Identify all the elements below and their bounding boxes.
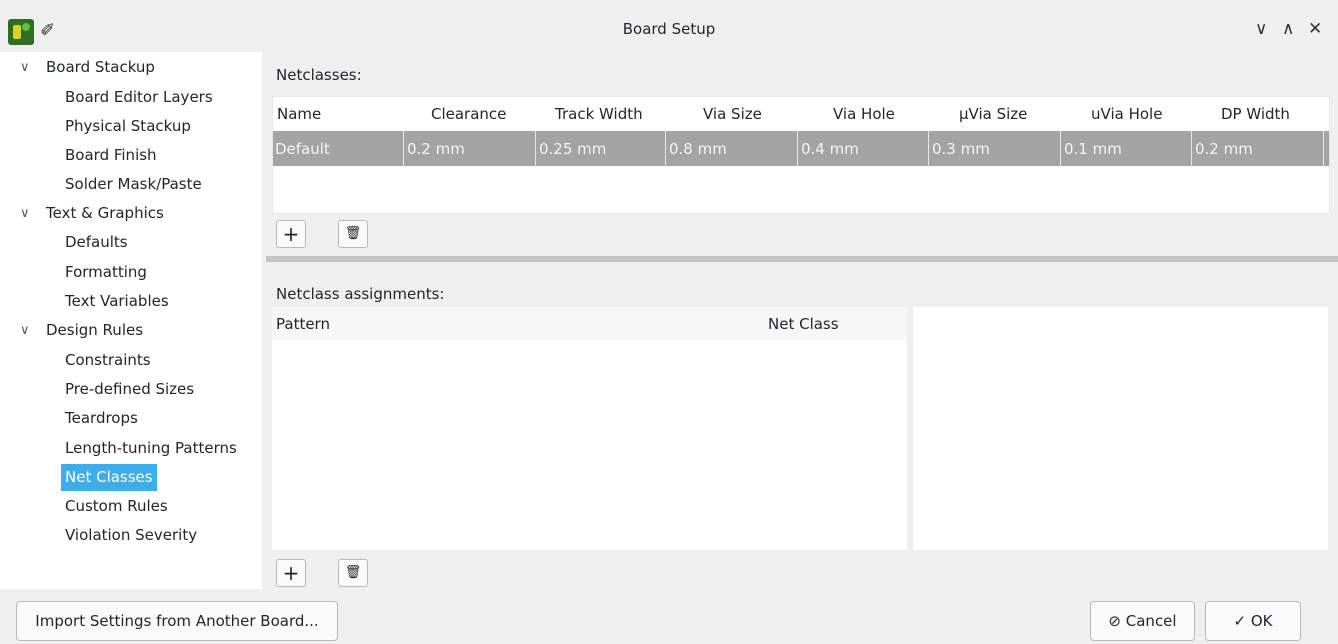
cell-dp-width[interactable]: 0.2 mm: [1195, 140, 1253, 158]
tree-item-constraints[interactable]: Constraints: [65, 347, 151, 374]
splitter-handle[interactable]: [266, 256, 1338, 262]
cell-divider: [928, 131, 929, 166]
netclass-assignments-grid: Pattern Net Class: [272, 307, 907, 550]
cell-divider: [665, 131, 666, 166]
settings-tree: ∨ Board Stackup Board Editor Layers Physi…: [0, 52, 262, 589]
cancel-icon: ⊘: [1108, 612, 1121, 630]
chevron-down-icon[interactable]: ∨: [20, 317, 30, 344]
tree-item-board-editor-layers[interactable]: Board Editor Layers: [65, 84, 213, 111]
cell-divider: [535, 131, 536, 166]
column-header-via-size[interactable]: Via Size: [703, 105, 762, 123]
tree-item-teardrops[interactable]: Teardrops: [65, 405, 138, 432]
column-header-dp-width[interactable]: DP Width: [1221, 105, 1290, 123]
assignments-grid-header: Pattern Net Class: [272, 307, 907, 340]
cell-via-size[interactable]: 0.8 mm: [669, 140, 727, 158]
column-header-net-class[interactable]: Net Class: [768, 315, 839, 333]
delete-netclass-trash-icon[interactable]: 🗑: [338, 220, 368, 248]
cell-divider: [1060, 131, 1061, 166]
tree-item-length-tuning-patterns[interactable]: Length-tuning Patterns: [65, 435, 237, 462]
column-header-uvia-size[interactable]: μVia Size: [959, 105, 1027, 123]
tree-group-text-graphics[interactable]: ∨ Text & Graphics: [20, 200, 164, 227]
netclasses-label: Netclasses:: [276, 66, 362, 84]
window-title: Board Setup: [622, 20, 716, 38]
cell-uvia-size[interactable]: 0.3 mm: [932, 140, 990, 158]
table-row[interactable]: Default 0.2 mm 0.25 mm 0.8 mm 0.4 mm 0.3…: [273, 131, 1329, 166]
netclasses-grid-header: Name Clearance Track Width Via Size Via …: [273, 97, 1329, 131]
add-assignment-button[interactable]: +: [276, 559, 306, 587]
column-header-clearance[interactable]: Clearance: [431, 105, 506, 123]
column-header-via-hole[interactable]: Via Hole: [833, 105, 895, 123]
netclasses-grid: Name Clearance Track Width Via Size Via …: [272, 96, 1330, 214]
cancel-button[interactable]: ⊘ Cancel: [1090, 601, 1195, 641]
cell-track-width[interactable]: 0.25 mm: [539, 140, 606, 158]
tree-item-custom-rules[interactable]: Custom Rules: [65, 493, 168, 520]
add-netclass-button[interactable]: +: [276, 220, 306, 248]
tree-item-text-variables[interactable]: Text Variables: [65, 288, 169, 315]
tree-item-physical-stackup[interactable]: Physical Stackup: [65, 113, 191, 140]
tree-item-board-finish[interactable]: Board Finish: [65, 142, 157, 169]
chevron-down-icon[interactable]: ∨: [20, 54, 30, 81]
cell-divider: [403, 131, 404, 166]
cell-divider: [797, 131, 798, 166]
title-bar: ✐ Board Setup ∨ ∧ ✕: [0, 0, 1338, 50]
tree-item-formatting[interactable]: Formatting: [65, 259, 147, 286]
cell-divider: [1323, 131, 1324, 166]
tree-group-design-rules[interactable]: ∨ Design Rules: [20, 317, 143, 344]
column-header-uvia-hole[interactable]: uVia Hole: [1091, 105, 1162, 123]
tree-group-board-stackup[interactable]: ∨ Board Stackup: [20, 54, 155, 81]
cell-via-hole[interactable]: 0.4 mm: [801, 140, 859, 158]
column-header-name[interactable]: Name: [277, 105, 321, 123]
tree-item-solder-mask-paste[interactable]: Solder Mask/Paste: [65, 171, 202, 198]
ok-button[interactable]: ✓ OK: [1205, 601, 1301, 641]
cell-uvia-hole[interactable]: 0.1 mm: [1064, 140, 1122, 158]
import-settings-button[interactable]: Import Settings from Another Board...: [16, 601, 338, 641]
delete-assignment-trash-icon[interactable]: 🗑: [338, 559, 368, 587]
chevron-down-icon[interactable]: ∨: [20, 200, 30, 227]
close-icon[interactable]: ✕: [1308, 19, 1322, 39]
minimize-chevron-down-icon[interactable]: ∨: [1255, 19, 1267, 39]
column-header-track-width[interactable]: Track Width: [555, 105, 643, 123]
tree-item-defaults[interactable]: Defaults: [65, 229, 128, 256]
column-header-pattern[interactable]: Pattern: [276, 315, 330, 333]
maximize-chevron-up-icon[interactable]: ∧: [1282, 19, 1294, 39]
tree-item-pre-defined-sizes[interactable]: Pre-defined Sizes: [65, 376, 194, 403]
cell-name[interactable]: Default: [275, 140, 330, 158]
tree-item-net-classes[interactable]: Net Classes: [61, 464, 157, 491]
matching-nets-panel: [913, 307, 1328, 550]
netclass-assignments-label: Netclass assignments:: [276, 285, 445, 303]
checkmark-icon: ✓: [1233, 612, 1247, 630]
cell-divider: [1191, 131, 1192, 166]
tree-item-violation-severity[interactable]: Violation Severity: [65, 522, 197, 549]
cell-clearance[interactable]: 0.2 mm: [407, 140, 465, 158]
